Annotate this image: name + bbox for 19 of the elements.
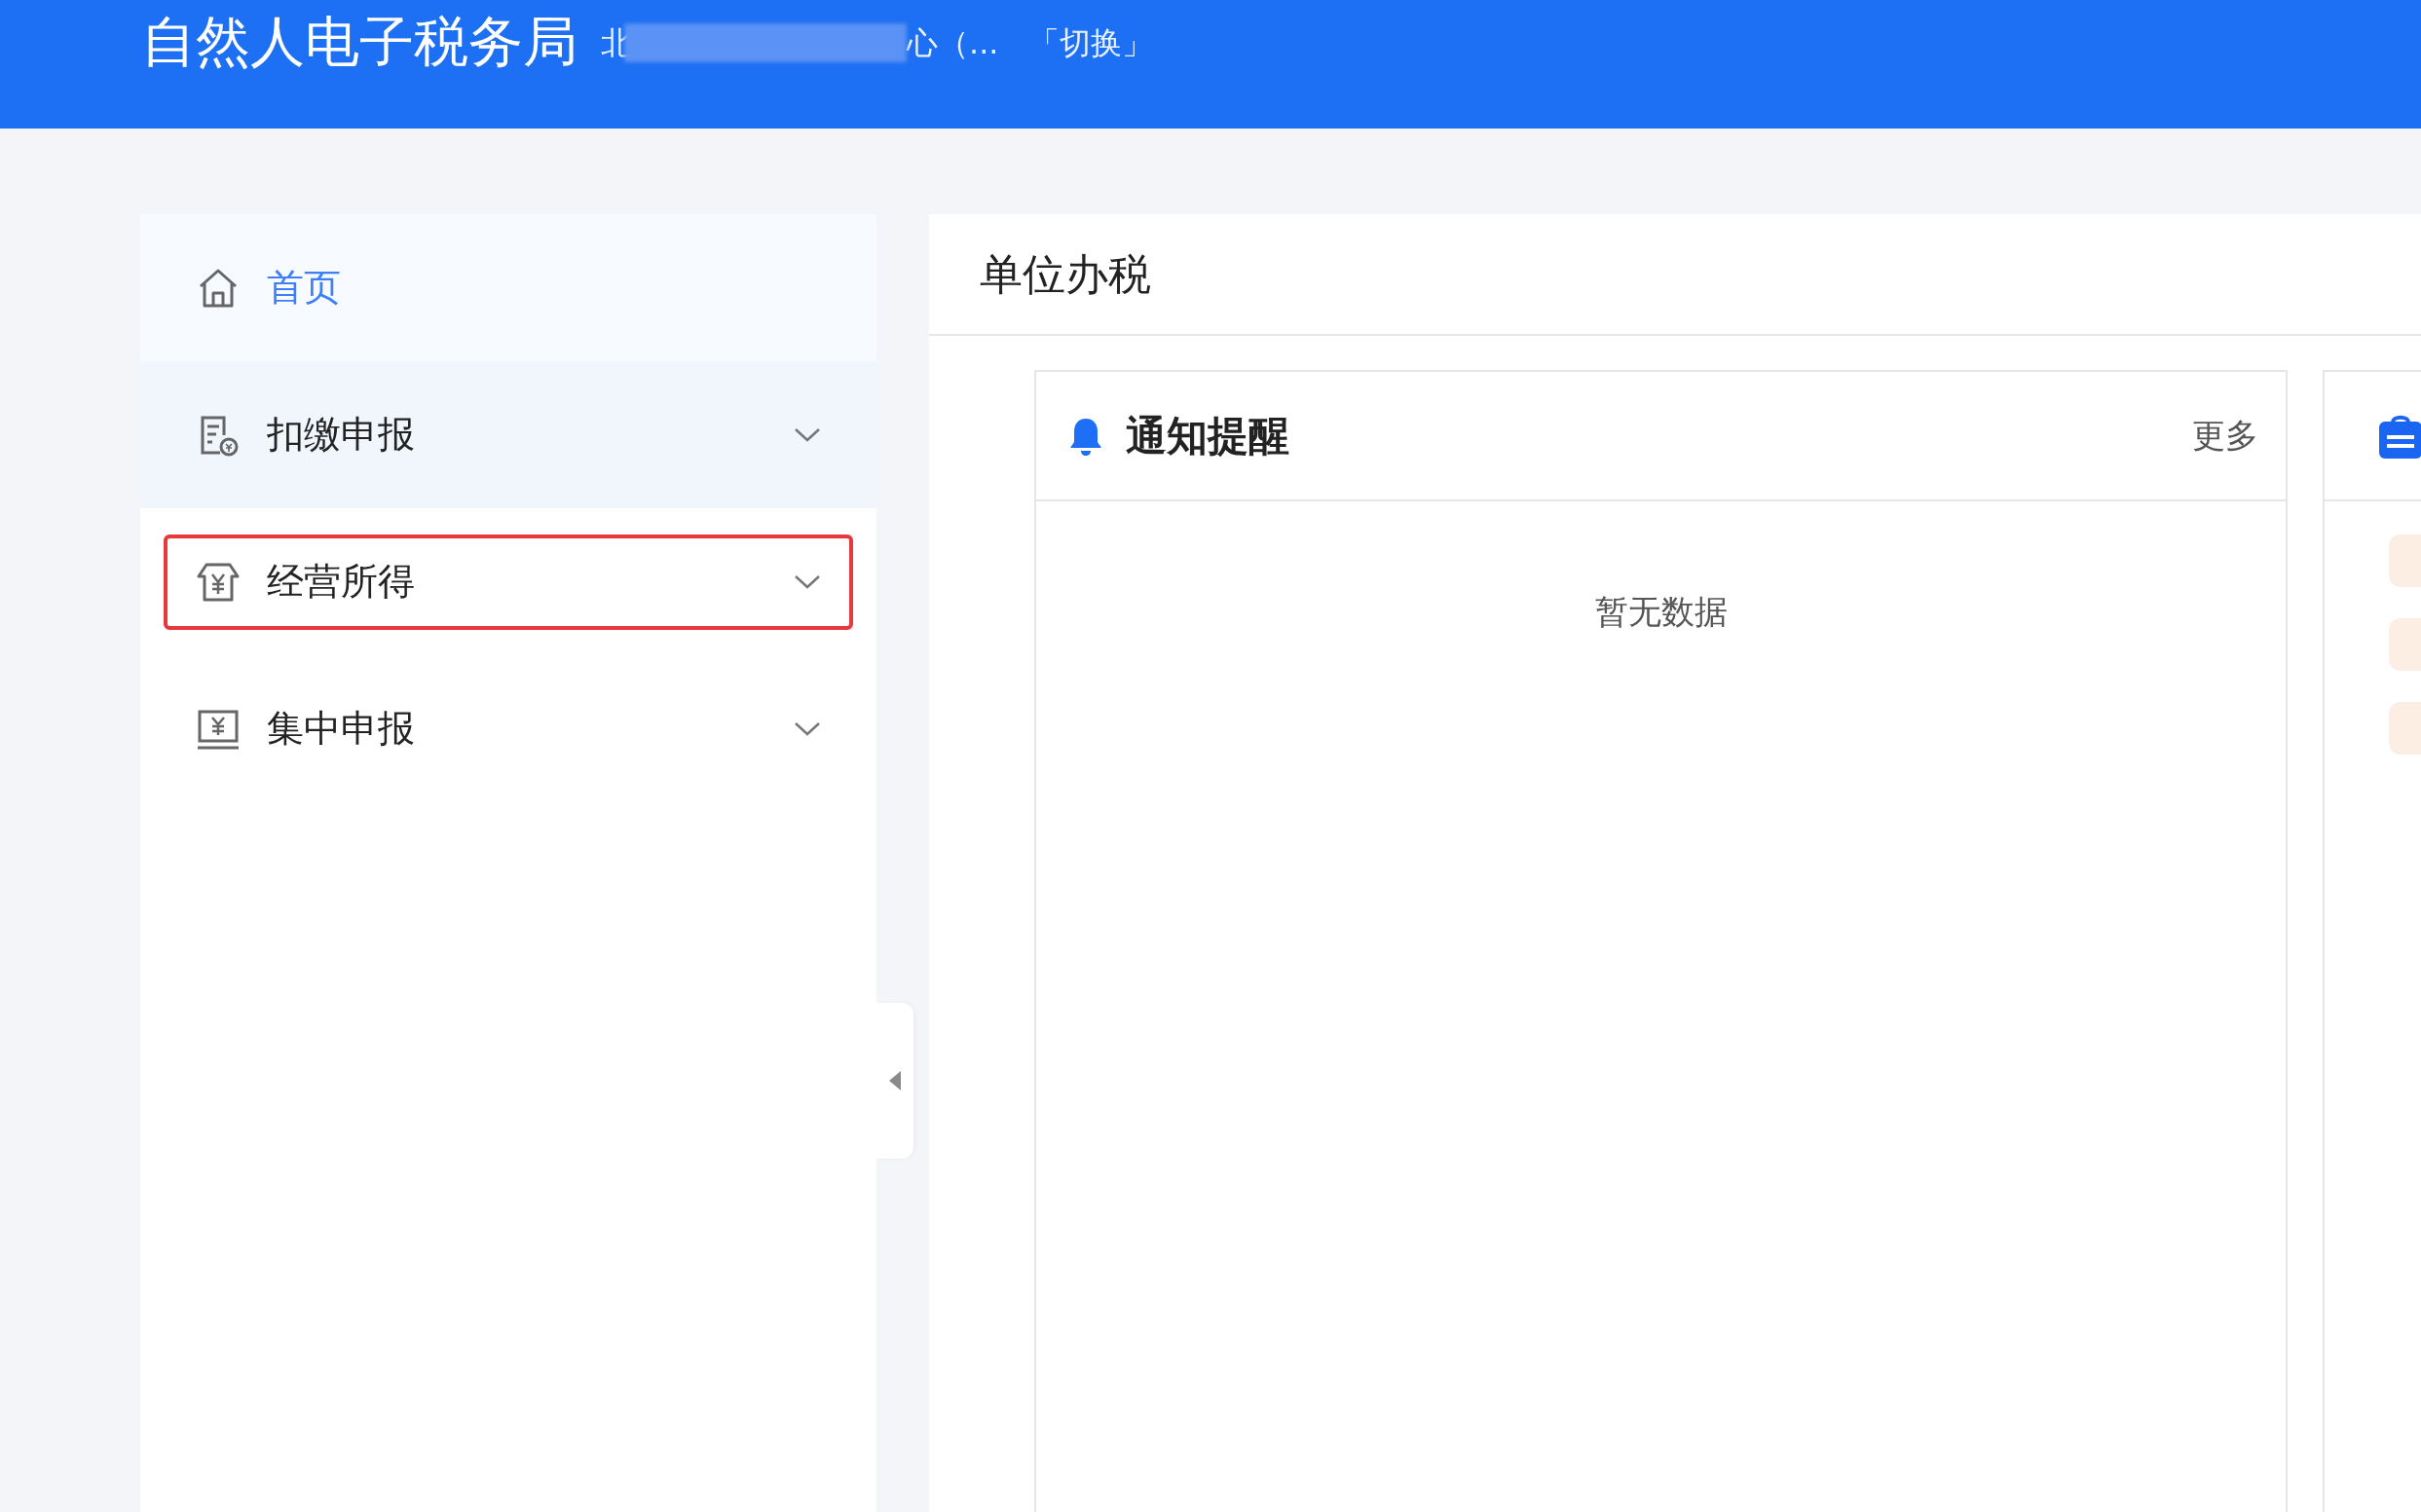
menu-label: 首页 [267, 265, 341, 311]
app-title: 自然人电子税务局 [141, 9, 577, 75]
collapse-handle[interactable] [876, 1003, 913, 1159]
switch-link[interactable]: 「切换」 [1027, 19, 1153, 66]
tag-background [2389, 535, 2421, 587]
unit-name: 心（... [907, 23, 999, 63]
section-title: 单位办税 [980, 247, 1151, 301]
bell-icon [1069, 416, 1102, 456]
menu-label: 集中申报 [267, 706, 415, 752]
card-title: 通知提醒 [1126, 411, 1289, 461]
menu-label: 经营所得 [267, 559, 415, 605]
menu-item[interactable]: 集中申报 [164, 681, 853, 777]
tag-background [2389, 702, 2421, 755]
collapse-arrow-icon [888, 1070, 902, 1091]
more-link[interactable]: 更多 [2192, 411, 2258, 461]
empty-message: 暂无数据 [1594, 591, 1728, 633]
tag-background [2389, 618, 2421, 671]
menu-label: 扣缴申报 [267, 412, 415, 458]
menu-item[interactable]: 经营所得 [164, 534, 853, 630]
